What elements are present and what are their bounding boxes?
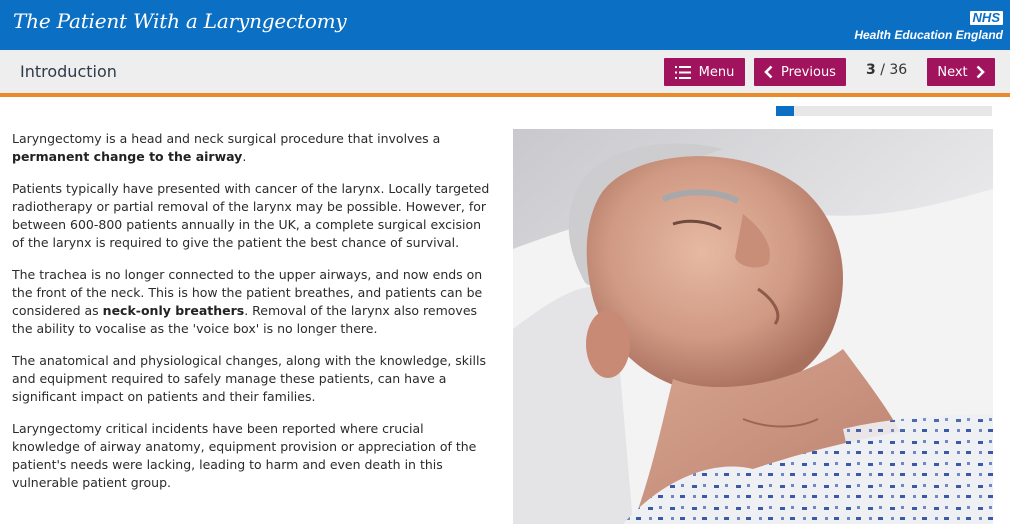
patient-illustration [513, 129, 993, 524]
org-name: Health Education England [854, 28, 1003, 42]
navigation-bar: Introduction Menu Previous 3 / 36 Next [0, 50, 1010, 97]
chevron-right-icon [976, 65, 985, 79]
paragraph-4: The anatomical and physiological changes… [12, 353, 486, 404]
menu-button[interactable]: Menu [664, 58, 745, 86]
nhs-logo: NHS [969, 11, 1003, 25]
course-progress-fill [776, 106, 794, 116]
course-progress-bar [776, 106, 992, 116]
previous-button[interactable]: Previous [754, 58, 846, 86]
course-title: The Patient With a Laryngectomy [13, 9, 347, 33]
page-counter: 3 / 36 [866, 62, 907, 78]
paragraph-1-text: Laryngectomy is a head and neck surgical… [12, 131, 441, 146]
intro-text: Laryngectomy is a head and neck surgical… [12, 130, 494, 506]
paragraph-1-bold: permanent change to the airway [12, 149, 243, 164]
paragraph-3-bold: neck-only breathers [102, 303, 245, 318]
previous-button-label: Previous [781, 64, 836, 80]
next-button[interactable]: Next [927, 58, 995, 86]
menu-icon [674, 65, 691, 79]
app-header: The Patient With a Laryngectomy NHS Heal… [0, 0, 1010, 50]
menu-button-label: Menu [698, 64, 735, 80]
page-title: Introduction [20, 62, 117, 81]
paragraph-1-end: . [242, 149, 247, 164]
paragraph-1: Laryngectomy is a head and neck surgical… [12, 130, 494, 166]
patient-photo [513, 129, 993, 524]
chevron-left-icon [764, 65, 773, 79]
paragraph-5: Laryngectomy critical incidents have bee… [12, 421, 477, 490]
paragraph-2: Patients typically have presented with c… [12, 181, 490, 250]
total-pages: / 36 [880, 62, 908, 78]
next-button-label: Next [937, 64, 968, 80]
current-page: 3 [866, 62, 876, 78]
paragraph-3: The trachea is no longer connected to th… [12, 266, 494, 338]
